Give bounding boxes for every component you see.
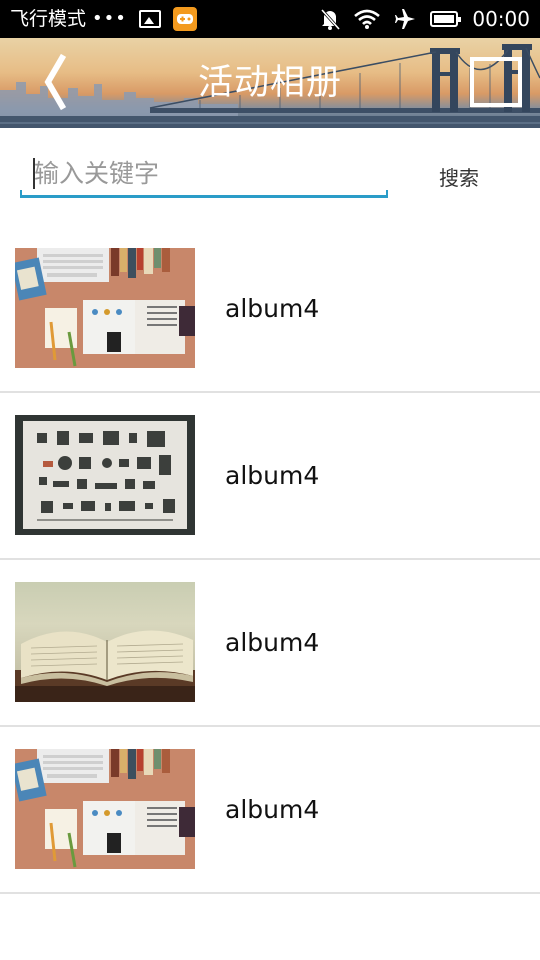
album-thumbnail-desk: [15, 749, 195, 869]
list-item[interactable]: album4: [0, 560, 540, 727]
status-left: 飞行模式 •••: [10, 7, 197, 31]
list-item[interactable]: album4: [0, 727, 540, 894]
search-button[interactable]: 搜索: [420, 157, 498, 195]
album-thumbnail-book: [15, 582, 195, 702]
album-name: album4: [225, 795, 320, 824]
search-underline: [20, 190, 388, 198]
battery-icon: [430, 11, 462, 27]
album-name: album4: [225, 628, 320, 657]
status-bar: 飞行模式 ••• 00:00: [0, 0, 540, 38]
album-thumbnail-desk: [15, 248, 195, 368]
list-item[interactable]: album4: [0, 226, 540, 393]
album-name: album4: [225, 294, 320, 323]
search-field[interactable]: [20, 150, 388, 198]
list-item[interactable]: album4: [0, 393, 540, 560]
album-thumbnail-flatlay: [15, 415, 195, 535]
header-banner: 活动相册: [0, 38, 540, 128]
text-cursor: [33, 158, 35, 189]
status-time: 00:00: [472, 7, 530, 31]
album-name: album4: [225, 461, 320, 490]
frame-icon[interactable]: [470, 57, 522, 107]
album-list: album4 album4 album4 album4: [0, 226, 540, 894]
search-input[interactable]: [20, 150, 388, 196]
image-icon: [138, 10, 161, 28]
page-title: 活动相册: [197, 63, 342, 103]
airplane-icon: [395, 9, 416, 29]
status-right: 00:00: [306, 7, 530, 31]
more-notifications-indicator: •••: [92, 8, 127, 29]
mute-icon: [321, 8, 341, 30]
game-icon: [172, 7, 197, 31]
wifi-icon: [354, 9, 381, 29]
airplane-mode-label: 飞行模式: [10, 8, 87, 30]
